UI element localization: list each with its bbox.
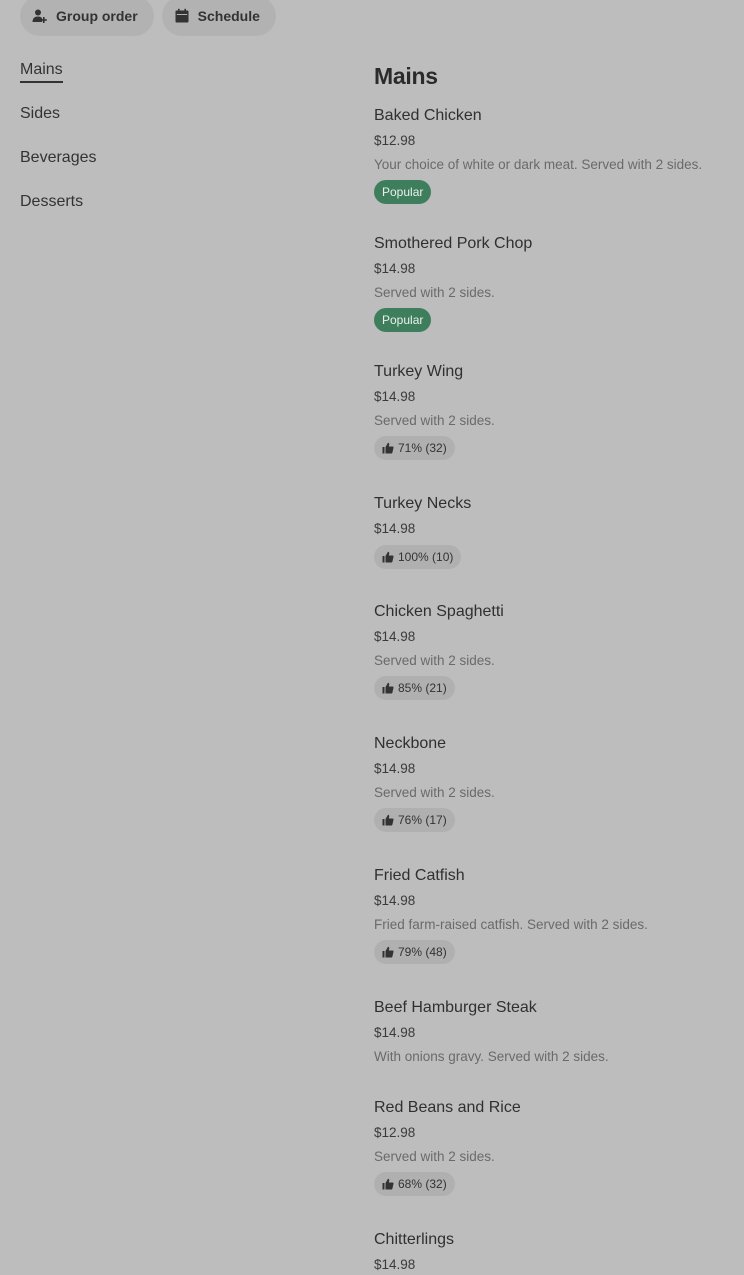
- item-description: Served with 2 sides.: [374, 285, 495, 300]
- item-description: Served with 2 sides.: [374, 785, 495, 800]
- item-price: $14.98: [374, 893, 416, 908]
- menu-item[interactable]: Baked Chicken $12.98 Your choice of whit…: [374, 106, 734, 234]
- item-name: Beef Hamburger Steak: [374, 999, 537, 1016]
- add-person-icon: [32, 9, 47, 23]
- sidebar-item-sides[interactable]: Sides: [20, 103, 320, 147]
- rating-text: 100% (10): [398, 550, 454, 564]
- menu-item[interactable]: Turkey Necks $14.98 100% (10): [374, 494, 734, 602]
- item-name: Baked Chicken: [374, 107, 482, 124]
- menu-item[interactable]: Red Beans and Rice $12.98 Served with 2 …: [374, 1098, 734, 1230]
- rating-badge: 100% (10): [374, 545, 462, 569]
- popular-badge: Popular: [374, 308, 432, 332]
- item-price: $14.98: [374, 1025, 416, 1040]
- item-name: Fried Catfish: [374, 867, 465, 884]
- rating-badge: 71% (32): [374, 436, 455, 460]
- schedule-button[interactable]: Schedule: [161, 0, 276, 36]
- section-title: Mains: [374, 63, 438, 89]
- item-price: $14.98: [374, 629, 416, 644]
- rating-text: 79% (48): [398, 945, 447, 959]
- item-price: $12.98: [374, 1125, 416, 1140]
- sidebar-item-mains[interactable]: Mains: [20, 59, 320, 103]
- calendar-icon: [175, 8, 189, 23]
- item-price: $14.98: [374, 521, 416, 536]
- rating-badge: 85% (21): [374, 676, 455, 700]
- top-bar: Group order Schedule: [20, 0, 276, 36]
- item-description: With onions gravy. Served with 2 sides.: [374, 1049, 609, 1064]
- rating-text: 71% (32): [398, 441, 447, 455]
- thumbs-up-icon: [382, 1178, 394, 1190]
- item-name: Chitterlings: [374, 1231, 455, 1248]
- group-order-label: Group order: [56, 8, 138, 24]
- item-price: $12.98: [374, 133, 416, 148]
- menu-item[interactable]: Fried Catfish $14.98 Fried farm-raised c…: [374, 866, 734, 998]
- item-name: Turkey Necks: [374, 495, 472, 512]
- thumbs-up-icon: [382, 442, 394, 454]
- sidebar-item-label: Sides: [20, 105, 61, 122]
- menu-item[interactable]: Beef Hamburger Steak $14.98 With onions …: [374, 998, 734, 1098]
- sidebar-item-label: Desserts: [20, 193, 84, 210]
- item-price: $14.98: [374, 389, 416, 404]
- item-description: Served with 2 sides.: [374, 653, 495, 668]
- sidebar-item-beverages[interactable]: Beverages: [20, 147, 320, 191]
- item-name: Smothered Pork Chop: [374, 235, 533, 252]
- rating-badge: 79% (48): [374, 940, 455, 964]
- item-description: Served with 2 sides.: [374, 1149, 495, 1164]
- thumbs-up-icon: [382, 946, 394, 958]
- item-price: $14.98: [374, 1257, 416, 1272]
- menu-item[interactable]: Neckbone $14.98 Served with 2 sides. 76%…: [374, 734, 734, 866]
- item-description: Served with 2 sides.: [374, 413, 495, 428]
- schedule-label: Schedule: [197, 8, 260, 24]
- rating-text: 85% (21): [398, 681, 447, 695]
- item-name: Neckbone: [374, 735, 447, 752]
- item-price: $14.98: [374, 761, 416, 776]
- popular-badge: Popular: [374, 180, 432, 204]
- rating-text: 68% (32): [398, 1177, 447, 1191]
- group-order-button[interactable]: Group order: [20, 0, 154, 36]
- thumbs-up-icon: [382, 814, 394, 826]
- menu-item[interactable]: Smothered Pork Chop $14.98 Served with 2…: [374, 234, 734, 362]
- rating-badge: 68% (32): [374, 1172, 455, 1196]
- rating-text: 76% (17): [398, 813, 447, 827]
- item-description: Fried farm-raised catfish. Served with 2…: [374, 917, 648, 932]
- item-name: Turkey Wing: [374, 363, 464, 380]
- thumbs-up-icon: [382, 551, 394, 563]
- sidebar-item-label: Beverages: [20, 149, 97, 166]
- menu-item[interactable]: Chicken Spaghetti $14.98 Served with 2 s…: [374, 602, 734, 734]
- item-price: $14.98: [374, 261, 416, 276]
- rating-badge: 76% (17): [374, 808, 455, 832]
- item-name: Red Beans and Rice: [374, 1099, 521, 1116]
- sidebar-item-desserts[interactable]: Desserts: [20, 191, 320, 235]
- menu-item[interactable]: Chitterlings $14.98: [374, 1230, 734, 1272]
- item-description: Your choice of white or dark meat. Serve…: [374, 157, 703, 172]
- menu-item[interactable]: Turkey Wing $14.98 Served with 2 sides. …: [374, 362, 734, 494]
- sidebar-item-label: Mains: [20, 60, 63, 83]
- category-sidebar: Mains Sides Beverages Desserts: [20, 59, 320, 235]
- thumbs-up-icon: [382, 682, 394, 694]
- item-name: Chicken Spaghetti: [374, 603, 504, 620]
- menu-section: Mains Baked Chicken $12.98 Your choice o…: [374, 60, 734, 1272]
